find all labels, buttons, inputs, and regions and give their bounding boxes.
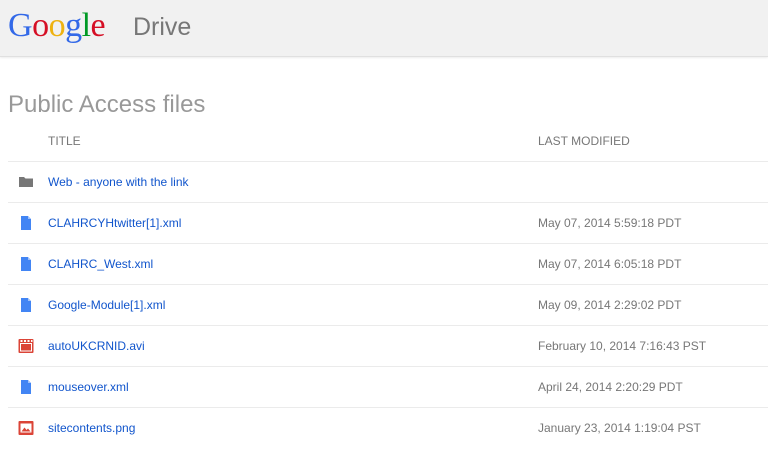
file-row[interactable]: CLAHRCYHtwitter[1].xml May 07, 2014 5:59…	[8, 202, 768, 243]
file-modified-date: April 24, 2014 2:20:29 PDT	[538, 380, 683, 394]
app-header: Google Drive	[0, 0, 768, 57]
page-title: Public Access files	[8, 91, 206, 118]
product-name[interactable]: Drive	[133, 12, 191, 42]
file-row[interactable]: Web - anyone with the link	[8, 161, 768, 202]
folder-icon	[19, 177, 33, 187]
column-header-title[interactable]: TITLE	[48, 134, 81, 148]
document-icon	[21, 380, 31, 394]
video-icon	[18, 339, 34, 353]
file-list: Web - anyone with the link CLAHRCYHtwitt…	[8, 161, 768, 448]
file-modified-date: May 07, 2014 5:59:18 PDT	[538, 216, 682, 230]
file-name-link[interactable]: sitecontents.png	[48, 421, 135, 435]
logo-letter: G	[8, 7, 33, 44]
document-icon	[21, 216, 31, 230]
logo-letter: e	[90, 7, 106, 44]
file-name-link[interactable]: autoUKCRNID.avi	[48, 339, 145, 353]
file-name-link[interactable]: CLAHRCYHtwitter[1].xml	[48, 216, 181, 230]
file-modified-date: May 09, 2014 2:29:02 PDT	[538, 298, 682, 312]
file-modified-date: February 10, 2014 7:16:43 PST	[538, 339, 707, 353]
file-modified-date: May 07, 2014 6:05:18 PDT	[538, 257, 682, 271]
document-icon	[21, 298, 31, 312]
logo-letter: g	[65, 7, 82, 44]
logo-letter: o	[48, 7, 66, 44]
file-row[interactable]: CLAHRC_West.xml May 07, 2014 6:05:18 PDT	[8, 243, 768, 284]
file-row[interactable]: autoUKCRNID.avi February 10, 2014 7:16:4…	[8, 325, 768, 366]
file-row[interactable]: Google-Module[1].xml May 09, 2014 2:29:0…	[8, 284, 768, 325]
file-modified-date: January 23, 2014 1:19:04 PST	[538, 421, 701, 435]
file-name-link[interactable]: CLAHRC_West.xml	[48, 257, 153, 271]
file-row[interactable]: mouseover.xml April 24, 2014 2:20:29 PDT	[8, 366, 768, 407]
file-name-link[interactable]: mouseover.xml	[48, 380, 129, 394]
google-logo[interactable]: Google	[8, 6, 106, 46]
file-row[interactable]: sitecontents.png January 23, 2014 1:19:0…	[8, 407, 768, 448]
file-name-link[interactable]: Web - anyone with the link	[48, 175, 189, 189]
column-header-last-modified[interactable]: LAST MODIFIED	[538, 134, 630, 148]
document-icon	[21, 257, 31, 271]
logo-letter: o	[32, 7, 49, 44]
file-name-link[interactable]: Google-Module[1].xml	[48, 298, 165, 312]
logo-letter: l	[81, 7, 91, 44]
image-icon	[18, 421, 34, 435]
